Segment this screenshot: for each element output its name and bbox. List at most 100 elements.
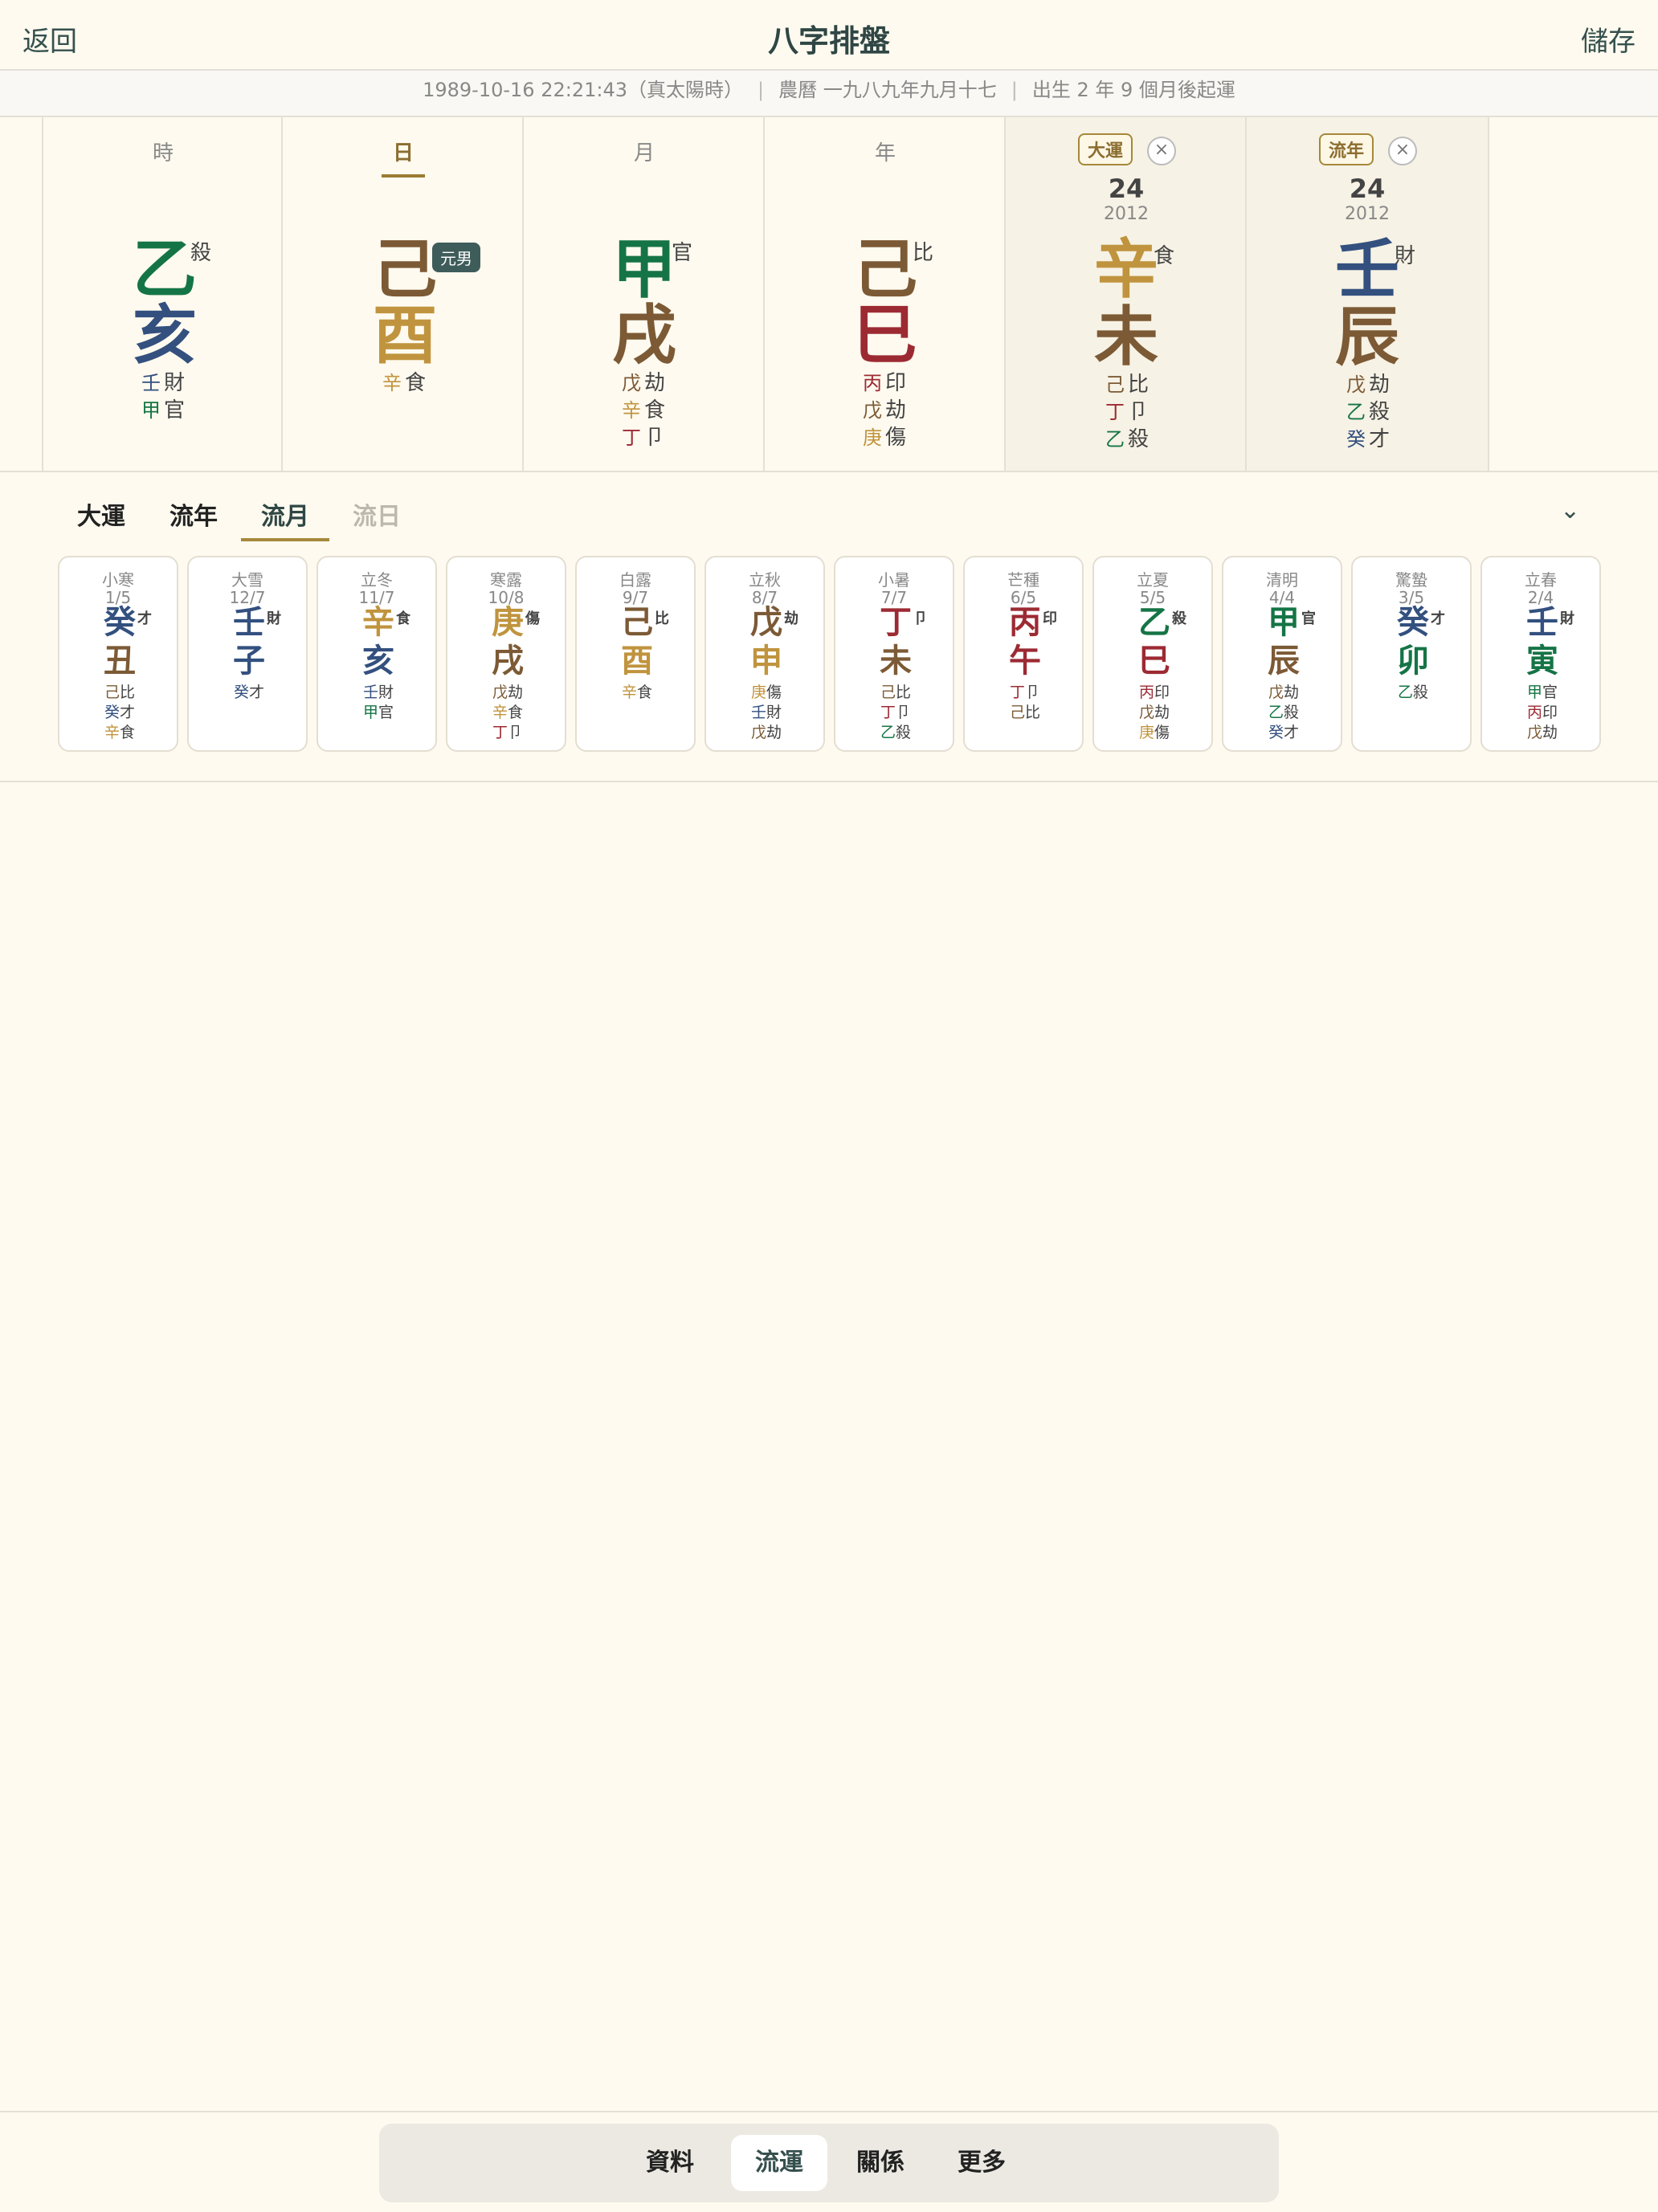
month-card[interactable]: 清明 4/4 甲 官 辰 戊劫 乙殺 癸才 bbox=[1222, 556, 1342, 752]
close-annual-luck-button[interactable]: × bbox=[1388, 137, 1417, 165]
nav-item-luck[interactable]: 流運 bbox=[731, 2135, 827, 2191]
stem-ten-god: 官 bbox=[672, 241, 693, 265]
tab-monthly-luck[interactable]: 流月 bbox=[261, 496, 309, 532]
lunar-date: 農曆 一九八九年九月十七 bbox=[778, 79, 997, 101]
month-stem: 己 bbox=[621, 604, 653, 641]
stem-ten-god: 食 bbox=[1154, 244, 1175, 268]
month-hidden-stems: 丙印 戊劫 庚傷 bbox=[1139, 684, 1170, 741]
month-branch: 午 bbox=[1009, 643, 1041, 680]
solar-term: 小寒 bbox=[102, 570, 134, 590]
month-branch: 亥 bbox=[362, 643, 394, 680]
month-ten-god: 才 bbox=[137, 610, 152, 627]
pillar-decade-luck: 大運 × 24 2012 辛 食 未 己比 丁卩 乙殺 bbox=[1004, 117, 1247, 471]
hidden-stem-row: 戊劫 bbox=[622, 371, 666, 395]
tab-annual-luck[interactable]: 流年 bbox=[169, 496, 218, 532]
month-hidden-stems: 辛食 bbox=[622, 684, 653, 701]
bottom-nav-bar: 資料 流運 關係 更多 bbox=[0, 2111, 1658, 2212]
month-ten-god: 財 bbox=[267, 610, 281, 627]
earthly-branch: 巳 bbox=[853, 298, 917, 373]
nav-item-more[interactable]: 更多 bbox=[933, 2135, 1030, 2191]
month-stem: 乙 bbox=[1138, 604, 1170, 641]
luck-year: 2012 bbox=[1104, 204, 1149, 224]
month-card[interactable]: 立秋 8/7 戊 劫 申 庚傷 壬財 戊劫 bbox=[704, 556, 825, 752]
hidden-stems: 壬財 甲官 bbox=[141, 369, 270, 424]
hidden-stem-row: 丁卩 bbox=[622, 426, 666, 450]
pillars-panel: 時 乙 殺 亥 壬財 甲官 日 己 元男 酉 辛食 月 甲 官 戌 戊劫 辛食 … bbox=[0, 117, 1658, 472]
close-decade-luck-button[interactable]: × bbox=[1147, 137, 1176, 165]
tab-decade-luck[interactable]: 大運 bbox=[77, 496, 125, 532]
month-branch: 申 bbox=[750, 643, 782, 680]
earthly-branch: 亥 bbox=[133, 298, 197, 373]
birth-info-bar: 1989-10-16 22:21:43（真太陽時） | 農曆 一九八九年九月十七 | 出… bbox=[0, 71, 1658, 117]
pillar-hour: 時 乙 殺 亥 壬財 甲官 bbox=[42, 117, 283, 471]
hidden-stems: 丙印 戊劫 庚傷 bbox=[863, 369, 991, 451]
hidden-stem-row: 戊劫 bbox=[863, 398, 907, 422]
earthly-branch: 戌 bbox=[612, 298, 676, 373]
earthly-branch: 未 bbox=[1094, 300, 1158, 374]
month-ten-god: 卩 bbox=[913, 610, 928, 627]
month-branch: 巳 bbox=[1138, 643, 1170, 680]
hidden-stem-row: 戊劫 bbox=[1346, 373, 1391, 397]
tab-daily-luck[interactable]: 流日 bbox=[353, 496, 401, 532]
month-stem: 辛 bbox=[362, 604, 394, 641]
month-stem: 丙 bbox=[1009, 604, 1041, 641]
solar-datetime: 1989-10-16 22:21:43（真太陽時） bbox=[423, 79, 743, 101]
pillar-month: 月 甲 官 戌 戊劫 辛食 丁卩 bbox=[522, 117, 765, 471]
solar-term: 立冬 bbox=[361, 570, 393, 590]
month-card[interactable]: 立冬 11/7 辛 食 亥 壬財 甲官 bbox=[316, 556, 437, 752]
month-branch: 卯 bbox=[1397, 643, 1429, 680]
top-bar: 返回 八字排盤 儲存 bbox=[0, 0, 1658, 71]
solar-term: 立秋 bbox=[749, 570, 781, 590]
hidden-stem-row: 乙殺 bbox=[1346, 400, 1391, 424]
month-card[interactable]: 大雪 12/7 壬 財 子 癸才 bbox=[187, 556, 308, 752]
nav-item-profile[interactable]: 資料 bbox=[622, 2135, 718, 2191]
pillar-label: 時 bbox=[152, 141, 174, 165]
save-button[interactable]: 儲存 bbox=[1581, 19, 1636, 59]
month-hidden-stems: 己比 癸才 辛食 bbox=[104, 684, 136, 741]
pillar-day: 日 己 元男 酉 辛食 bbox=[281, 117, 524, 471]
month-hidden-stems: 戊劫 辛食 丁卩 bbox=[492, 684, 524, 741]
luck-year: 2012 bbox=[1345, 204, 1390, 224]
hidden-stem-row: 丙印 bbox=[863, 371, 907, 395]
month-branch: 戌 bbox=[492, 643, 524, 680]
solar-term: 小暑 bbox=[878, 570, 910, 590]
page-title: 八字排盤 bbox=[767, 23, 890, 59]
month-branch: 子 bbox=[233, 643, 265, 680]
month-stem: 壬 bbox=[233, 604, 265, 641]
nav-item-relations[interactable]: 關係 bbox=[832, 2135, 929, 2191]
month-branch: 酉 bbox=[621, 643, 653, 680]
earthly-branch: 辰 bbox=[1335, 300, 1399, 374]
hidden-stem-row: 己比 bbox=[1105, 373, 1150, 397]
hidden-stem-row: 辛食 bbox=[622, 398, 666, 422]
month-hidden-stems: 壬財 甲官 bbox=[363, 684, 394, 721]
hidden-stem-row: 辛食 bbox=[382, 371, 427, 395]
month-card[interactable]: 寒露 10/8 庚 傷 戌 戊劫 辛食 丁卩 bbox=[446, 556, 566, 752]
month-hidden-stems: 戊劫 乙殺 癸才 bbox=[1268, 684, 1300, 741]
pillar-label: 年 bbox=[874, 141, 896, 165]
month-ten-god: 殺 bbox=[1172, 610, 1186, 627]
hidden-stems: 己比 丁卩 乙殺 bbox=[1105, 371, 1234, 453]
chevron-down-icon[interactable]: ⌄ bbox=[1560, 496, 1580, 524]
solar-term: 大雪 bbox=[231, 570, 263, 590]
luck-tabs: 大運 流年 流月 流日 ⌄ bbox=[0, 472, 1658, 543]
month-ten-god: 比 bbox=[655, 610, 669, 627]
hidden-stem-row: 癸才 bbox=[1346, 427, 1391, 451]
pillar-label: 日 bbox=[283, 137, 524, 178]
hidden-stem-row: 乙殺 bbox=[1105, 427, 1150, 451]
month-ten-god: 財 bbox=[1560, 610, 1574, 627]
month-card[interactable]: 驚蟄 3/5 癸 才 卯 乙殺 bbox=[1351, 556, 1472, 752]
month-hidden-stems: 癸才 bbox=[234, 684, 265, 701]
month-branch: 未 bbox=[880, 643, 912, 680]
month-card[interactable]: 芒種 6/5 丙 印 午 丁卩 己比 bbox=[963, 556, 1084, 752]
luck-start-info: 出生 2 年 9 個月後起運 bbox=[1031, 79, 1235, 101]
month-card[interactable]: 小寒 1/5 癸 才 丑 己比 癸才 辛食 bbox=[58, 556, 178, 752]
stem-ten-god: 殺 bbox=[190, 241, 212, 265]
month-card[interactable]: 小暑 7/7 丁 卩 未 己比 丁卩 乙殺 bbox=[834, 556, 954, 752]
solar-term: 芒種 bbox=[1007, 570, 1039, 590]
month-card[interactable]: 立春 2/4 壬 財 寅 甲官 丙印 戊劫 bbox=[1480, 556, 1601, 752]
month-card[interactable]: 立夏 5/5 乙 殺 巳 丙印 戊劫 庚傷 bbox=[1092, 556, 1213, 752]
earthly-branch: 酉 bbox=[373, 298, 437, 373]
month-ten-god: 食 bbox=[396, 610, 410, 627]
month-card[interactable]: 白露 9/7 己 比 酉 辛食 bbox=[575, 556, 696, 752]
hidden-stems: 戊劫 乙殺 癸才 bbox=[1346, 371, 1475, 453]
